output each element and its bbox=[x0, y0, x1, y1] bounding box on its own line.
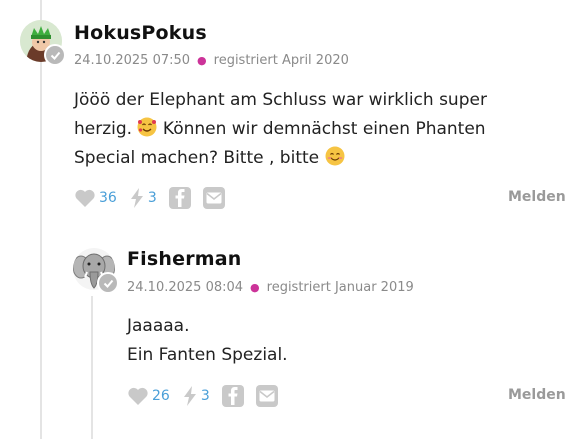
comment-text: Jaaaaa. Ein Fanten Spezial. bbox=[127, 316, 288, 365]
bolt-button[interactable]: 3 bbox=[182, 385, 210, 407]
comment-date: 24.10.2025 08:04 bbox=[127, 280, 244, 295]
report-button[interactable]: Melden bbox=[508, 387, 566, 403]
comment-text: Jööö der Elephant am Schluss war wirklic… bbox=[74, 90, 487, 168]
comment-actions: 36 3 bbox=[74, 185, 237, 211]
like-count: 26 bbox=[152, 388, 170, 404]
username[interactable]: HokusPokus bbox=[74, 22, 207, 44]
mail-share-button[interactable] bbox=[202, 187, 225, 209]
thread-line bbox=[40, 0, 42, 439]
smiling-face-with-hearts-emoji bbox=[137, 117, 157, 137]
bolt-count: 3 bbox=[147, 190, 157, 206]
checkmark-icon bbox=[97, 272, 119, 294]
avatar[interactable] bbox=[20, 20, 66, 66]
heart-icon bbox=[75, 189, 95, 207]
registration-info: registriert April 2020 bbox=[213, 53, 349, 68]
like-button[interactable]: 26 bbox=[127, 386, 170, 406]
registration-info: registriert Januar 2019 bbox=[266, 280, 414, 295]
mail-icon bbox=[202, 187, 225, 209]
avatar[interactable] bbox=[73, 248, 119, 294]
facebook-share-button[interactable] bbox=[168, 187, 191, 209]
comment-actions: 26 3 bbox=[127, 383, 290, 409]
comment-date: 24.10.2025 07:50 bbox=[74, 53, 191, 68]
checkmark-icon bbox=[44, 44, 66, 66]
report-button[interactable]: Melden bbox=[508, 189, 566, 205]
bolt-icon bbox=[183, 386, 196, 406]
mail-share-button[interactable] bbox=[255, 385, 278, 407]
bolt-icon bbox=[130, 188, 143, 208]
bolt-count: 3 bbox=[200, 388, 210, 404]
reply-thread-line bbox=[91, 296, 93, 439]
facebook-share-button[interactable] bbox=[221, 385, 244, 407]
facebook-icon bbox=[221, 385, 244, 407]
facebook-icon bbox=[168, 187, 191, 209]
heart-icon bbox=[128, 387, 148, 405]
comment-meta: 24.10.2025 08:04 ● registriert Januar 2019 bbox=[127, 280, 414, 295]
smiling-face-emoji bbox=[325, 146, 345, 166]
like-button[interactable]: 36 bbox=[74, 188, 117, 208]
bolt-button[interactable]: 3 bbox=[129, 187, 157, 209]
username[interactable]: Fisherman bbox=[127, 248, 242, 270]
comment-meta: 24.10.2025 07:50 ● registriert April 2020 bbox=[74, 53, 349, 68]
like-count: 36 bbox=[99, 190, 117, 206]
mail-icon bbox=[255, 385, 278, 407]
